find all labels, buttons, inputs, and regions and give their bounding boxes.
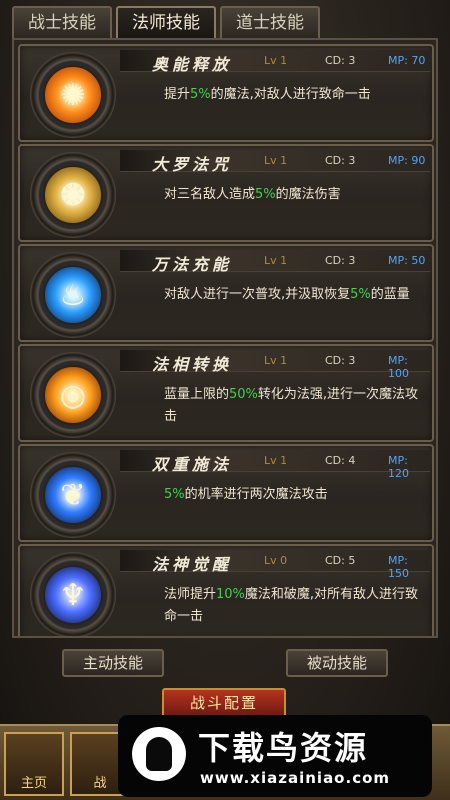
skill-cooldown: CD: 5 [325,554,356,567]
skill-name: 双重施法 [152,455,233,474]
skill-list[interactable]: ✺ 奥能释放 Lv 1 CD: 3 MP: 70 提升5%的魔法,对敌人进行致命… [12,38,438,638]
skill-level: Lv 1 [264,254,288,267]
skill-cooldown: CD: 3 [325,54,356,67]
active-skills-button[interactable]: 主动技能 [62,649,164,677]
skill-cooldown: CD: 3 [325,354,356,367]
skill-icon-frame: ❦ [30,452,116,538]
skill-description: 对敌人进行一次普攻,并汲取恢复5%的蓝量 [164,287,410,302]
skill-cooldown: CD: 3 [325,154,356,167]
blue-wings-icon: ❦ [43,465,103,525]
skill-name: 万法充能 [152,255,233,274]
skill-mana-cost: MP: 70 [388,54,426,67]
class-tabs: 战士技能 法师技能 道士技能 [12,6,320,38]
game-skill-screen: 战士技能 法师技能 道士技能 ✺ 奥能释放 Lv 1 CD: 3 MP: 70 … [0,0,450,800]
golden-curse-icon: ❂ [43,165,103,225]
skill-card[interactable]: ❂ 大罗法咒 Lv 1 CD: 3 MP: 90 对三名敌人造成5%的魔法伤害 [18,144,434,242]
watermark-banner: 下载鸟资源 www.xiazainiao.com [118,715,432,797]
nav-home-label: 主页 [20,776,47,791]
tab-warrior-skills[interactable]: 战士技能 [12,6,112,38]
skill-card[interactable]: ❦ 双重施法 Lv 1 CD: 4 MP: 120 5%的机率进行两次魔法攻击 [18,444,434,542]
battle-config-button[interactable]: 战斗配置 [162,688,286,718]
skill-icon-frame: ♨ [30,252,116,338]
watermark-url: www.xiazainiao.com [200,769,391,787]
skill-icon-frame: ❂ [30,152,116,238]
skill-description: 对三名敌人造成5%的魔法伤害 [164,187,341,202]
orb-runes-icon: ◎ [43,365,103,425]
skill-icon-frame: ✺ [30,52,116,138]
skill-name: 法相转换 [152,355,233,374]
skill-level: Lv 1 [264,354,288,367]
skill-description: 法师提升10%魔法和破魔,对所有敌人进行致命一击 [164,587,419,624]
skill-card[interactable]: ✺ 奥能释放 Lv 1 CD: 3 MP: 70 提升5%的魔法,对敌人进行致命… [18,44,434,142]
blue-flame-icon: ♨ [43,265,103,325]
skill-name: 法神觉醒 [152,555,233,574]
skill-mana-cost: MP: 100 [388,354,409,380]
nav-battle-label: 战 [93,776,107,791]
skill-card[interactable]: ♨ 万法充能 Lv 1 CD: 3 MP: 50 对敌人进行一次普攻,并汲取恢复… [18,244,434,342]
skill-description: 蓝量上限的50%转化为法强,进行一次魔法攻击 [164,387,419,424]
skill-name: 大罗法咒 [152,155,233,174]
skill-mana-cost: MP: 90 [388,154,426,167]
watermark-title: 下载鸟资源 [198,729,369,767]
skill-name: 奥能释放 [152,55,233,74]
skill-level: Lv 0 [264,554,288,567]
passive-skills-button[interactable]: 被动技能 [286,649,388,677]
skill-cooldown: CD: 3 [325,254,356,267]
bird-logo-icon [132,727,186,781]
arcane-burst-icon: ✺ [43,65,103,125]
tab-taoist-skills[interactable]: 道士技能 [220,6,320,38]
skill-cooldown: CD: 4 [325,454,356,467]
skill-description: 提升5%的魔法,对敌人进行致命一击 [164,87,371,102]
nav-home-button[interactable]: 主页 [4,732,64,796]
skill-level: Lv 1 [264,454,288,467]
skill-mana-cost: MP: 50 [388,254,426,267]
skill-card[interactable]: ♆ 法神觉醒 Lv 0 CD: 5 MP: 150 法师提升10%魔法和破魔,对… [18,544,434,636]
skill-level: Lv 1 [264,54,288,67]
skill-description: 5%的机率进行两次魔法攻击 [164,487,328,502]
mage-awaken-icon: ♆ [43,565,103,625]
skill-card[interactable]: ◎ 法相转换 Lv 1 CD: 3 MP: 100 蓝量上限的50%转化为法强,… [18,344,434,442]
skill-mana-cost: MP: 150 [388,554,409,580]
skill-icon-frame: ♆ [30,552,116,636]
skill-level: Lv 1 [264,154,288,167]
skill-mana-cost: MP: 120 [388,454,409,480]
skill-icon-frame: ◎ [30,352,116,438]
tab-mage-skills[interactable]: 法师技能 [116,6,216,38]
